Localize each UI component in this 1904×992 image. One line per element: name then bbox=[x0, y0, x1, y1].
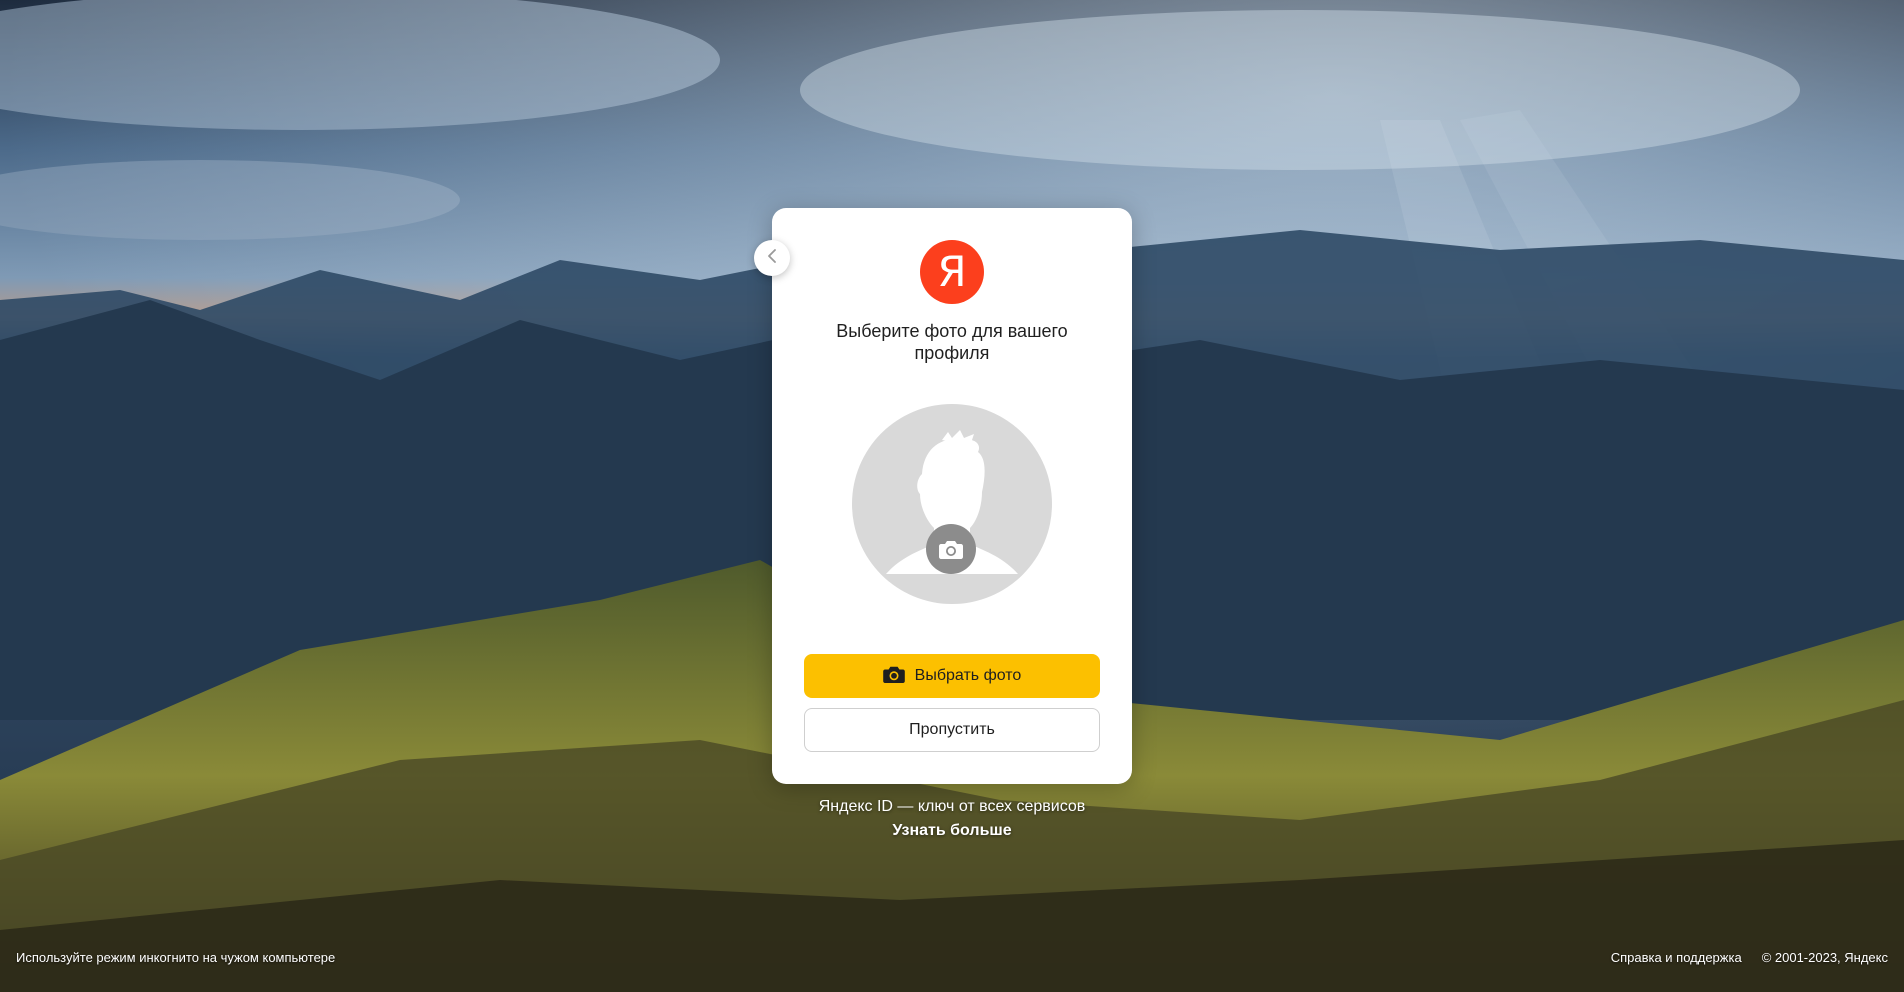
skip-label: Пропустить bbox=[909, 721, 995, 738]
avatar-upload[interactable] bbox=[852, 404, 1052, 604]
help-support-link[interactable]: Справка и поддержка bbox=[1611, 950, 1742, 965]
learn-more-link[interactable]: Узнать больше bbox=[772, 822, 1132, 840]
yandex-logo: Я bbox=[920, 240, 984, 304]
page-title: Выберите фото для вашего профиля bbox=[836, 321, 1068, 363]
promo-tagline: Яндекс ID — ключ от всех сервисов bbox=[818, 798, 1086, 815]
default-avatar-silhouette-icon bbox=[852, 404, 1052, 604]
incognito-hint-link[interactable]: Используйте режим инкогнито на чужом ком… bbox=[16, 950, 335, 965]
choose-photo-label: Выбрать фото bbox=[914, 667, 1022, 684]
skip-button[interactable]: Пропустить bbox=[804, 708, 1100, 752]
choose-photo-button[interactable]: Выбрать фото bbox=[804, 654, 1100, 698]
back-button[interactable] bbox=[754, 240, 790, 276]
camera-icon bbox=[882, 665, 905, 688]
profile-photo-card: Я Выберите фото для вашего профиля Выбра… bbox=[772, 208, 1132, 784]
yandex-logo-letter: Я bbox=[937, 247, 967, 296]
camera-icon[interactable] bbox=[926, 524, 976, 574]
footer-links: Справка и поддержка © 2001-2023, Яндекс bbox=[1611, 950, 1888, 965]
chevron-left-icon bbox=[766, 248, 778, 269]
copyright-text: © 2001-2023, Яндекс bbox=[1761, 950, 1888, 965]
